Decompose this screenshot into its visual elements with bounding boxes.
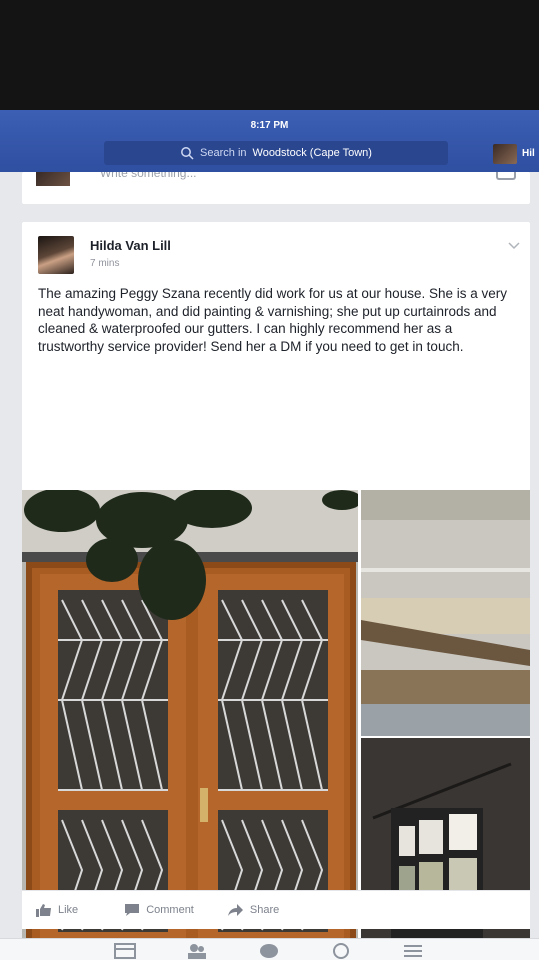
bottom-nav	[0, 938, 539, 960]
photo-icon[interactable]	[496, 172, 516, 180]
feed-icon[interactable]	[114, 943, 136, 959]
post-composer[interactable]: Write something...	[22, 172, 530, 204]
post-text: The amazing Peggy Szana recently did wor…	[38, 286, 507, 354]
share-label: Share	[249, 904, 280, 916]
search-prefix: Search in	[200, 147, 247, 159]
search-icon	[181, 147, 194, 160]
post-actions: Like Comment Share	[22, 890, 530, 929]
share-button[interactable]: Share	[227, 903, 280, 917]
post-time[interactable]: 7 mins	[90, 258, 119, 269]
profile-avatar[interactable]	[493, 144, 517, 164]
share-icon	[227, 904, 243, 916]
globe-icon[interactable]	[330, 943, 352, 959]
post-card: Hilda Van Lill 7 mins The amazing Peggy …	[22, 222, 530, 960]
comment-button[interactable]: Comment	[124, 903, 194, 917]
comment-label: Comment	[146, 904, 194, 916]
status-time: 8:17 PM	[250, 120, 289, 131]
messenger-icon[interactable]	[258, 943, 280, 959]
like-button[interactable]: Like	[36, 903, 78, 917]
chevron-down-icon[interactable]	[508, 240, 520, 250]
profile-name[interactable]: Hil	[522, 148, 535, 159]
composer-placeholder[interactable]: Write something...	[100, 172, 196, 180]
search-input[interactable]: Search in Woodstock (Cape Town)	[104, 141, 448, 165]
facebook-screen: 8:17 PM Search in Woodstock (Cape Town) …	[0, 110, 539, 960]
author-name[interactable]: Hilda Van Lill	[90, 238, 171, 253]
thumbs-up-icon	[36, 904, 51, 917]
top-bar: 8:17 PM Search in Woodstock (Cape Town) …	[0, 110, 539, 172]
gutter-photo[interactable]	[361, 490, 530, 736]
search-location: Woodstock (Cape Town)	[252, 147, 372, 159]
author-avatar[interactable]	[38, 236, 74, 274]
friends-icon[interactable]	[186, 943, 208, 959]
comment-icon	[125, 904, 140, 916]
composer-avatar	[36, 172, 70, 186]
menu-icon[interactable]	[402, 943, 424, 959]
like-label: Like	[58, 904, 79, 916]
